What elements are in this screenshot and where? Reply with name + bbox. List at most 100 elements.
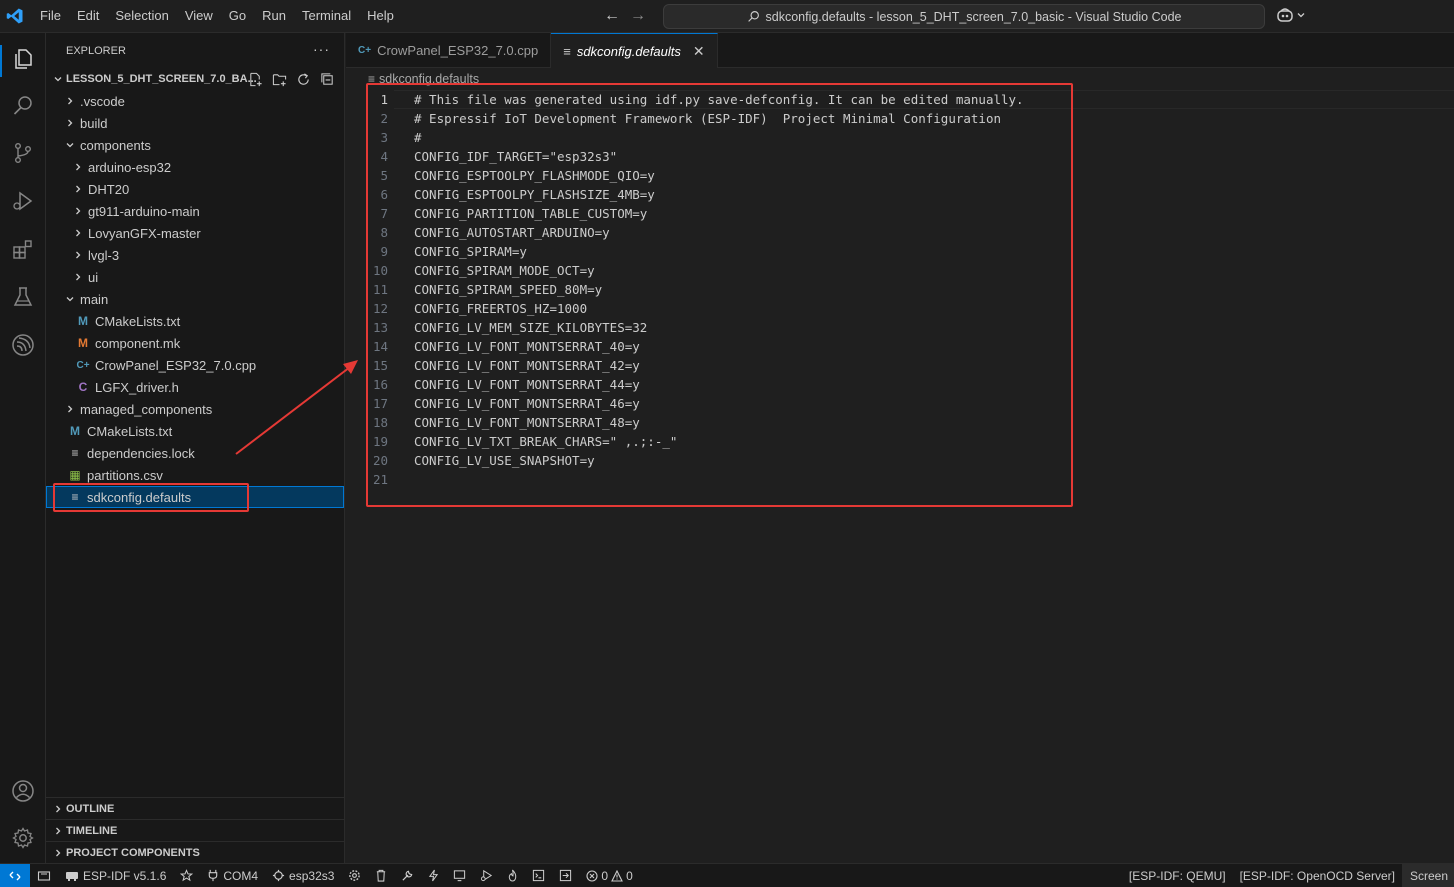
cpp-file-icon: C+: [76, 359, 90, 371]
tree-item-label: arduino-esp32: [88, 159, 172, 175]
qemu-label: [ESP-IDF: QEMU]: [1128, 869, 1226, 883]
explorer-header: EXPLORER ···: [46, 33, 344, 68]
idf-version-button[interactable]: ESP-IDF v5.1.6: [58, 864, 173, 887]
flash-button[interactable]: [421, 864, 446, 887]
copilot-button[interactable]: [1276, 7, 1306, 23]
tree-folder[interactable]: DHT20: [46, 178, 344, 200]
debug-button[interactable]: [473, 864, 500, 887]
code-line: 17 CONFIG_LV_FONT_MONTSERRAT_46=y: [346, 394, 1024, 413]
tree-folder[interactable]: components: [46, 134, 344, 156]
star-button[interactable]: [173, 864, 200, 887]
tree-folder[interactable]: lvgl-3: [46, 244, 344, 266]
close-icon[interactable]: ✕: [693, 43, 705, 60]
tree-file[interactable]: ▦ partitions.csv: [46, 464, 344, 486]
tree-folder[interactable]: main: [46, 288, 344, 310]
line-number: 14: [372, 339, 388, 354]
qemu-button[interactable]: [ESP-IDF: QEMU]: [1122, 864, 1233, 887]
more-actions-icon[interactable]: ···: [313, 41, 330, 57]
full-clean-button[interactable]: [368, 864, 394, 887]
new-folder-icon[interactable]: [270, 70, 288, 88]
build-button[interactable]: [394, 864, 421, 887]
line-text: CONFIG_SPIRAM_MODE_OCT=y: [414, 263, 595, 278]
line-text: CONFIG_SPIRAM_SPEED_80M=y: [414, 282, 603, 297]
forward-arrow-icon[interactable]: →: [630, 6, 646, 26]
chevron-right-icon: [62, 93, 78, 109]
sidebar-sections: OUTLINE TIMELINE PROJECT COMPONENTS: [46, 797, 345, 863]
section-label: OUTLINE: [66, 802, 115, 815]
tree-folder[interactable]: arduino-esp32: [46, 156, 344, 178]
tree-file[interactable]: ≡ dependencies.lock: [46, 442, 344, 464]
monitor-button[interactable]: [446, 864, 473, 887]
back-arrow-icon[interactable]: ←: [604, 6, 620, 26]
serial-port-button[interactable]: COM4: [200, 864, 265, 887]
line-number: 18: [372, 415, 388, 430]
target-button[interactable]: esp32s3: [265, 864, 341, 887]
tree-folder[interactable]: build: [46, 112, 344, 134]
menuconfig-button[interactable]: [341, 864, 368, 887]
line-text: CONFIG_AUTOSTART_ARDUINO=y: [414, 225, 610, 240]
tree-file[interactable]: C+ CrowPanel_ESP32_7.0.cpp: [46, 354, 344, 376]
tree-file[interactable]: M CMakeLists.txt: [46, 420, 344, 442]
section-outline[interactable]: OUTLINE: [46, 797, 345, 819]
terminal-button[interactable]: [525, 864, 552, 887]
editor-tab[interactable]: C+ CrowPanel_ESP32_7.0.cpp: [346, 33, 552, 68]
command-center-search[interactable]: sdkconfig.defaults - lesson_5_DHT_screen…: [663, 4, 1265, 29]
menu-item-selection[interactable]: Selection: [107, 4, 176, 28]
testing-flask-icon[interactable]: [9, 283, 37, 311]
tree-folder[interactable]: LovyanGFX-master: [46, 222, 344, 244]
screen-reader-button[interactable]: Screen: [1401, 864, 1454, 887]
new-file-icon[interactable]: [246, 70, 264, 88]
tree-folder[interactable]: .vscode: [46, 90, 344, 112]
chevron-right-icon: [70, 181, 86, 197]
tree-item-label: CMakeLists.txt: [95, 313, 181, 329]
problems-button[interactable]: 0 0: [579, 864, 639, 887]
exit-button[interactable]: [552, 864, 579, 887]
collapse-all-icon[interactable]: [318, 70, 336, 88]
line-number: 6: [380, 187, 388, 202]
menu-item-terminal[interactable]: Terminal: [294, 4, 359, 28]
tree-folder[interactable]: gt911-arduino-main: [46, 200, 344, 222]
espressif-icon[interactable]: [9, 331, 37, 359]
explorer-icon[interactable]: [9, 45, 37, 73]
openocd-button[interactable]: [ESP-IDF: OpenOCD Server]: [1233, 864, 1402, 887]
line-number: 4: [380, 149, 388, 164]
line-number: 17: [372, 396, 388, 411]
code-editor[interactable]: 1 # This file was generated using idf.py …: [346, 90, 1454, 863]
settings-gear-icon[interactable]: [9, 824, 37, 852]
source-control-icon[interactable]: [9, 139, 37, 167]
breadcrumb[interactable]: ≡ sdkconfig.defaults: [346, 68, 479, 90]
line-number: 19: [372, 434, 388, 449]
tree-file[interactable]: C LGFX_driver.h: [46, 376, 344, 398]
idf-explorer-button[interactable]: [30, 864, 58, 887]
account-icon[interactable]: [9, 777, 37, 805]
menu-item-file[interactable]: File: [32, 4, 69, 28]
tree-file[interactable]: Mcomponent.mk: [46, 332, 344, 354]
run-debug-icon[interactable]: [9, 187, 37, 215]
remote-indicator[interactable]: [0, 863, 30, 887]
line-text: CONFIG_LV_FONT_MONTSERRAT_46=y: [414, 396, 640, 411]
workspace-folder-header[interactable]: LESSON_5_DHT_SCREEN_7.0_BA...: [46, 68, 344, 90]
menu-item-view[interactable]: View: [177, 4, 221, 28]
menu-item-run[interactable]: Run: [254, 4, 294, 28]
tree-folder[interactable]: ui: [46, 266, 344, 288]
target-chip-icon: [272, 869, 285, 882]
explorer-sidebar: EXPLORER ··· LESSON_5_DHT_SCREEN_7.0_BA.…: [46, 33, 345, 863]
menu-item-help[interactable]: Help: [359, 4, 402, 28]
refresh-icon[interactable]: [294, 70, 312, 88]
copilot-icon: [1277, 8, 1293, 22]
editor-tab[interactable]: ≡ sdkconfig.defaults ✕: [551, 33, 718, 68]
section-label: PROJECT COMPONENTS: [66, 846, 200, 859]
tree-file[interactable]: M CMakeLists.txt: [46, 310, 344, 332]
extensions-icon[interactable]: [9, 235, 37, 263]
search-icon[interactable]: [9, 91, 37, 119]
tree-file[interactable]: ≡ sdkconfig.defaults: [46, 486, 344, 508]
menu-item-go[interactable]: Go: [221, 4, 254, 28]
tree-item-label: build: [80, 115, 108, 131]
menu-item-edit[interactable]: Edit: [69, 4, 107, 28]
section-project-components[interactable]: PROJECT COMPONENTS: [46, 841, 345, 863]
code-line: 7 CONFIG_PARTITION_TABLE_CUSTOM=y: [346, 204, 1024, 223]
section-timeline[interactable]: TIMELINE: [46, 819, 345, 841]
tree-folder[interactable]: managed_components: [46, 398, 344, 420]
build-flash-monitor-button[interactable]: [500, 864, 525, 887]
code-lines: 1 # This file was generated using idf.py …: [346, 90, 1024, 489]
